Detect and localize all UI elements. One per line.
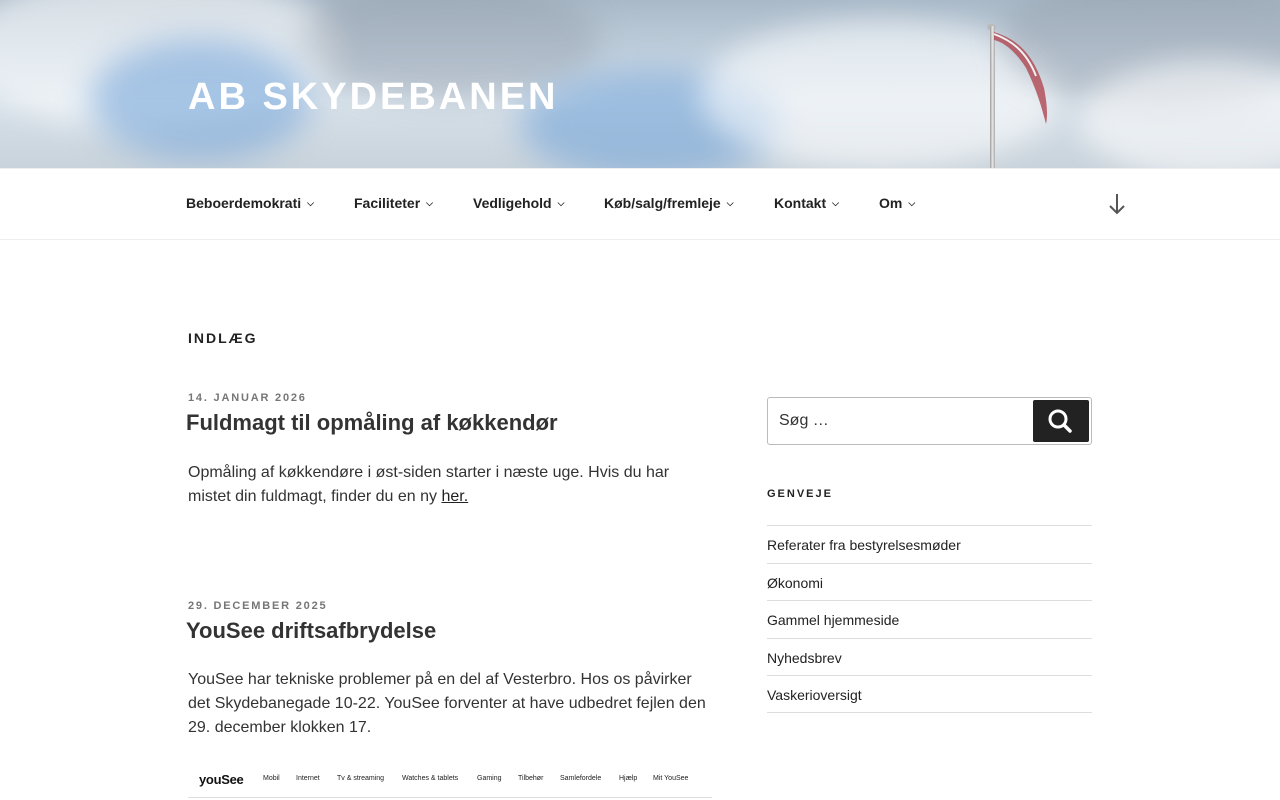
list-item[interactable]: Nyhedsbrev bbox=[767, 637, 1092, 676]
nav-item-label: Vedligehold bbox=[473, 195, 552, 211]
nav-item-beboerdemokrati[interactable]: Beboerdemokrati ⌵ bbox=[186, 195, 314, 211]
nav-item-vedligehold[interactable]: Vedligehold ⌵ bbox=[473, 195, 564, 211]
post-body-text: Opmåling af køkkendøre i øst-siden start… bbox=[188, 464, 670, 505]
nav-item-om[interactable]: Om ⌵ bbox=[879, 195, 915, 211]
link-label: Gammel hjemmeside bbox=[767, 612, 900, 628]
site-header: AB Skydebanen bbox=[0, 0, 1280, 168]
list-item[interactable]: Vaskerioversigt bbox=[767, 675, 1092, 713]
image-text: Tv & streaming bbox=[337, 775, 385, 782]
nav-item-kontakt[interactable]: Kontakt ⌵ bbox=[774, 195, 839, 211]
widget-title: Genveje bbox=[767, 488, 833, 500]
chevron-down-icon: ⌵ bbox=[832, 198, 839, 208]
image-text: Internet bbox=[296, 775, 320, 782]
image-text: Hjælp bbox=[619, 775, 638, 782]
arrow-down-icon[interactable] bbox=[1106, 191, 1128, 217]
post-date[interactable]: 14. januar 2026 bbox=[188, 392, 307, 404]
image-text: Watches & tablets bbox=[402, 775, 459, 782]
chevron-down-icon: ⌵ bbox=[307, 198, 314, 208]
nav-item-kob-salg-fremleje[interactable]: Køb/salg/fremleje ⌵ bbox=[604, 195, 734, 211]
search-input[interactable]: Søg … bbox=[779, 412, 829, 430]
link-label: Referater fra bestyrelsesmøder bbox=[767, 537, 961, 553]
image-text: Mit YouSee bbox=[653, 775, 689, 782]
list-item[interactable]: Referater fra bestyrelsesmøder bbox=[767, 525, 1092, 563]
link-label: Økonomi bbox=[767, 574, 824, 591]
nav-item-label: Kontakt bbox=[774, 195, 827, 211]
image-text: Mobil bbox=[263, 775, 280, 782]
image-text: Tilbehør bbox=[518, 775, 544, 782]
image-text: Gaming bbox=[477, 775, 502, 782]
shortcut-links: Referater fra bestyrelsesmøder Økonomi G… bbox=[767, 525, 1092, 713]
search-icon bbox=[1048, 409, 1072, 433]
nav-item-label: Om bbox=[879, 195, 903, 211]
link-label: Vaskerioversigt bbox=[767, 687, 862, 703]
search-button[interactable] bbox=[1033, 400, 1089, 442]
pennant-flag-icon bbox=[993, 32, 1048, 124]
post-title[interactable]: Fuldmagt til opmåling af køkkendør bbox=[186, 410, 558, 436]
chevron-down-icon: ⌵ bbox=[908, 198, 916, 208]
post-date[interactable]: 29. december 2025 bbox=[188, 600, 327, 612]
image-text: Samlefordele bbox=[560, 775, 602, 782]
link-label: Nyhedsbrev bbox=[767, 649, 842, 666]
nav-item-label: Køb/salg/fremleje bbox=[604, 195, 721, 211]
yousee-logo: youSee bbox=[199, 772, 244, 787]
list-item[interactable]: Gammel hjemmeside bbox=[767, 600, 1092, 638]
post-image-yousee-screenshot: youSee Mobil Internet Tv & streaming Wat… bbox=[188, 768, 712, 798]
post-title[interactable]: YouSee driftsafbrydelse bbox=[186, 618, 436, 644]
post-link[interactable]: her. bbox=[441, 488, 468, 505]
nav-item-faciliteter[interactable]: Faciliteter ⌵ bbox=[354, 195, 433, 211]
nav-item-label: Beboerdemokrati bbox=[186, 195, 302, 211]
chevron-down-icon: ⌵ bbox=[426, 198, 433, 208]
main-navigation: Beboerdemokrati ⌵ Faciliteter ⌵ Vedligehol… bbox=[0, 168, 1280, 240]
chevron-down-icon: ⌵ bbox=[557, 198, 565, 208]
post-body: YouSee har tekniske problemer på en del … bbox=[188, 671, 706, 736]
nav-item-label: Faciliteter bbox=[354, 195, 421, 211]
list-item[interactable]: Økonomi bbox=[767, 562, 1092, 601]
site-title[interactable]: AB Skydebanen bbox=[188, 76, 558, 119]
search-form: Søg … bbox=[767, 397, 1092, 445]
chevron-down-icon: ⌵ bbox=[726, 198, 734, 208]
page-title: Indlæg bbox=[188, 330, 258, 346]
post-body: Opmåling af køkkendøre i øst-siden start… bbox=[188, 461, 712, 509]
